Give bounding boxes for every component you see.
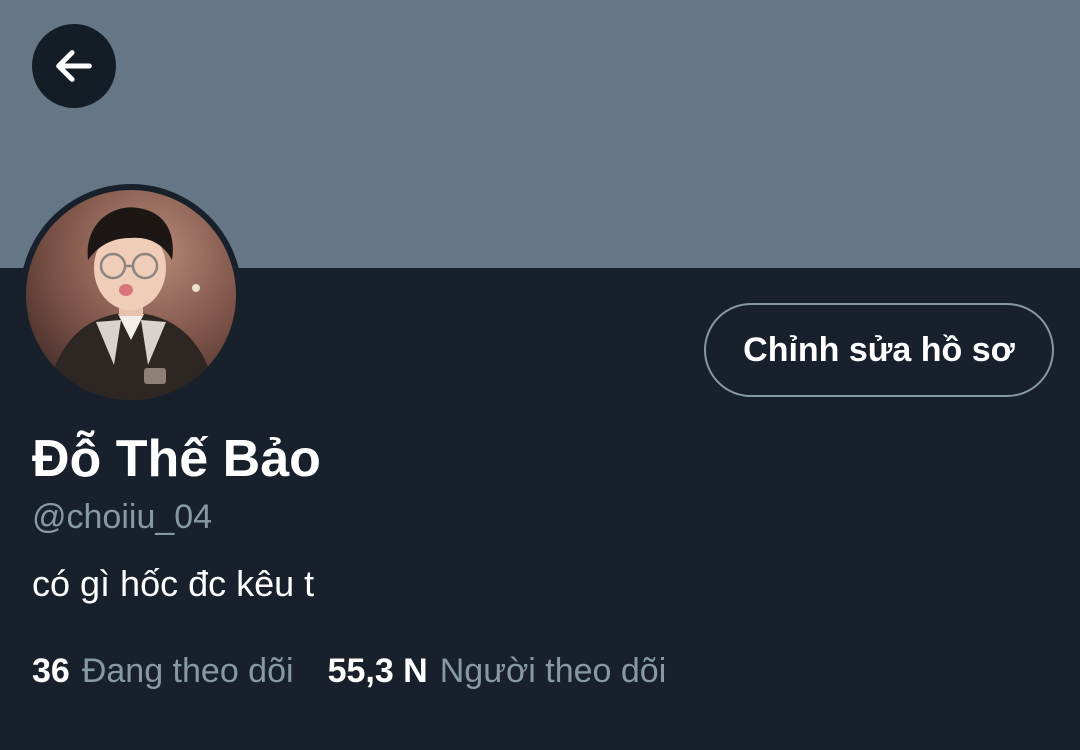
followers-label: Người theo dõi (439, 651, 667, 690)
follow-stats: 36 Đang theo dõi 55,3 N Người theo dõi (32, 648, 666, 694)
avatar-photo (26, 190, 236, 400)
following-label: Đang theo dõi (81, 651, 294, 690)
avatar[interactable] (20, 184, 242, 406)
edit-profile-button[interactable]: Chỉnh sửa hồ sơ (704, 303, 1054, 397)
followers-stat[interactable]: 55,3 N Người theo dõi (328, 652, 667, 691)
followers-count: 55,3 N (327, 651, 428, 690)
user-handle: @choiiu_04 (32, 498, 213, 536)
arrow-left-icon (56, 50, 92, 82)
user-bio: có gì hốc đc kêu t (32, 563, 315, 604)
display-name: Đỗ Thế Bảo (32, 430, 321, 488)
back-button[interactable] (32, 24, 116, 108)
following-count: 36 (32, 651, 70, 690)
following-stat[interactable]: 36 Đang theo dõi (32, 652, 294, 691)
profile-page: Chỉnh sửa hồ sơ Đỗ Thế Bảo @choiiu_04 có… (0, 0, 1080, 750)
